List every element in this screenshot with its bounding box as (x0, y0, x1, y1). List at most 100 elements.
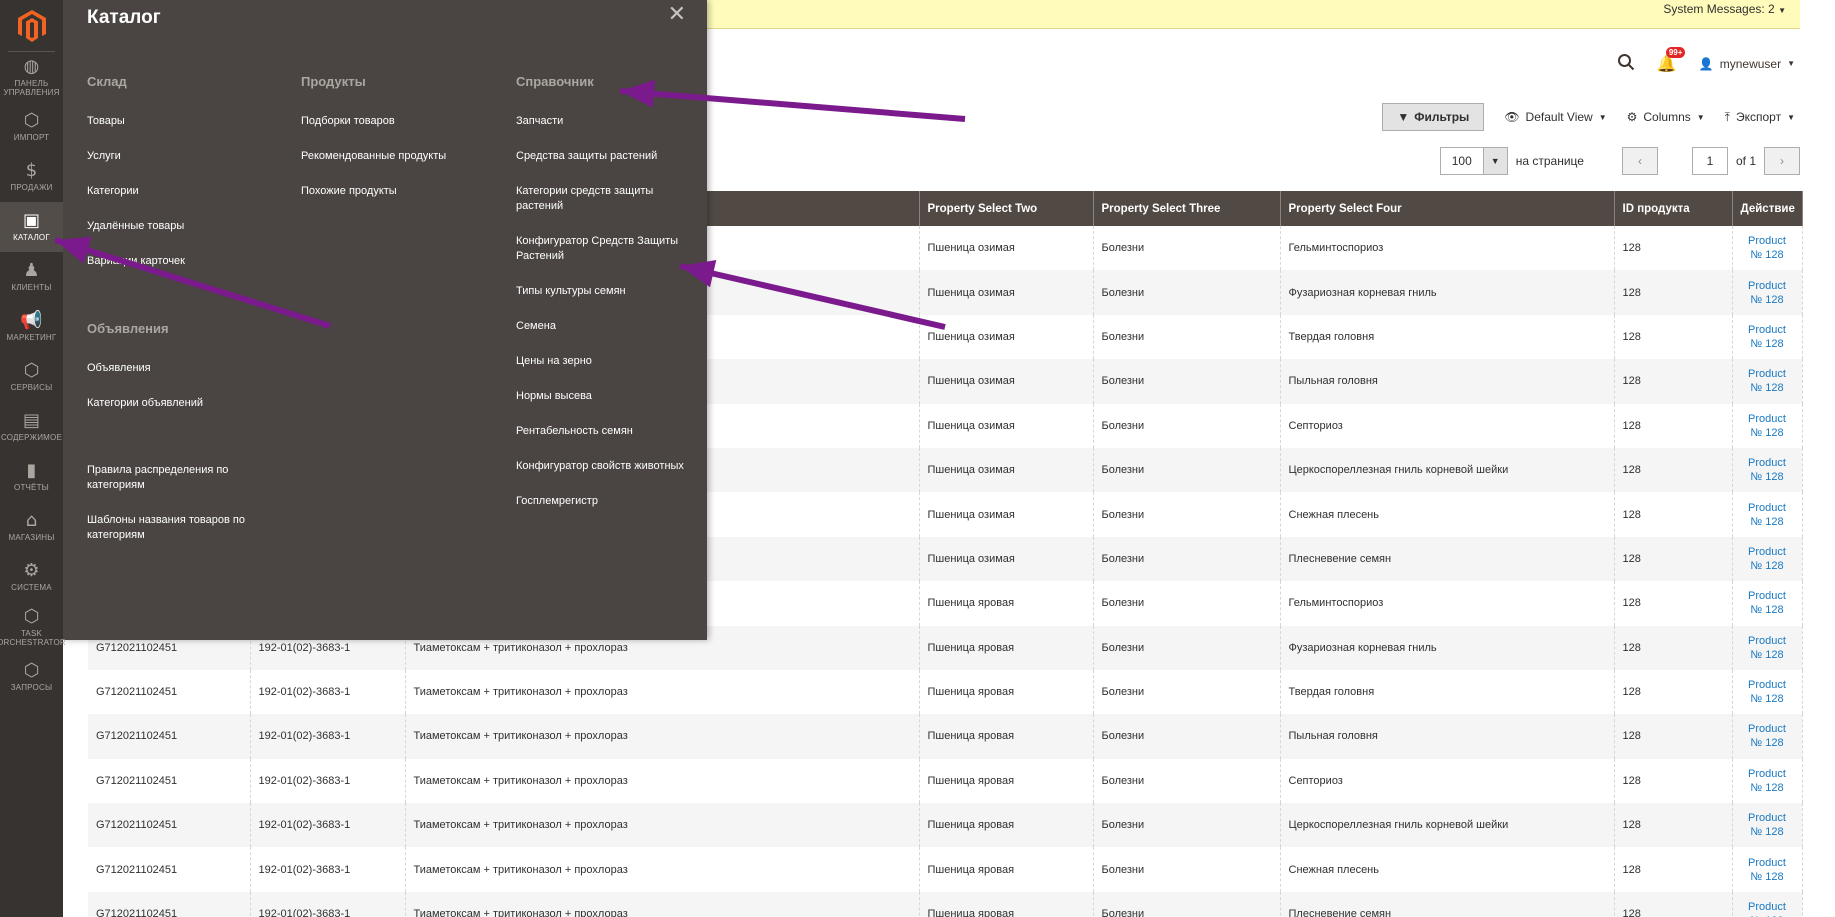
flyout-link[interactable]: Цены на зерно (516, 354, 696, 369)
flyout-link[interactable]: Семена (516, 319, 696, 334)
column-header[interactable]: Property Select Four (1280, 191, 1615, 226)
flyout-link[interactable]: Типы культуры семян (516, 284, 696, 299)
next-page-button[interactable]: › (1764, 147, 1800, 175)
per-page-label: на странице (1515, 154, 1584, 168)
flyout-link[interactable]: Средства защиты растений (516, 149, 696, 164)
flyout-link[interactable]: Шаблоны названия товаров по категориям (87, 513, 287, 543)
flyout-link[interactable]: Категории средств защиты растений (516, 184, 696, 214)
product-link[interactable]: Product№ 128 (1732, 270, 1803, 315)
sidebar-item-icon: ◍ (23, 55, 40, 77)
product-link[interactable]: Product№ 128 (1732, 314, 1803, 360)
product-link[interactable]: Product№ 128 (1732, 669, 1803, 715)
product-link[interactable]: Product№ 128 (1732, 447, 1803, 493)
flyout-link[interactable]: Рекомендованные продукты (301, 149, 501, 164)
product-link[interactable]: Product№ 128 (1732, 536, 1803, 582)
column-header[interactable]: ID продукта (1614, 191, 1733, 226)
filters-button[interactable]: ▼ Фильтры (1382, 103, 1485, 131)
product-link[interactable]: Product№ 128 (1732, 714, 1803, 759)
table-cell: Болезни (1093, 669, 1281, 715)
flyout-link[interactable]: Конфигуратор свойств животных (516, 459, 696, 474)
table-cell: Пшеница яровая (919, 803, 1094, 848)
product-link[interactable]: Product№ 128 (1732, 847, 1803, 892)
export-icon: ⤒ (1724, 109, 1730, 124)
table-cell: 128 (1614, 314, 1733, 360)
per-page-select[interactable]: 100 ▼ (1439, 147, 1508, 175)
table-cell: Пшеница яровая (919, 581, 1094, 626)
notification-count-badge: 99+ (1665, 46, 1686, 58)
page-input[interactable]: 1 (1691, 147, 1728, 175)
table-cell: Тиаметоксам + тритиконазол + прохлораз (405, 758, 920, 804)
product-link[interactable]: Product№ 128 (1732, 891, 1803, 917)
product-link[interactable]: Product№ 128 (1732, 403, 1803, 448)
flyout-link[interactable]: Похожие продукты (301, 184, 501, 199)
flyout-link[interactable]: Объявления (87, 361, 287, 376)
sidebar-item-1[interactable]: ⬡ Импорт (0, 102, 63, 152)
table-cell: Болезни (1093, 803, 1281, 848)
user-menu[interactable]: 👤 mynewuser ▼ (1699, 57, 1795, 71)
sidebar-item-icon: ♟ (23, 260, 40, 281)
export-dropdown[interactable]: ⤒ Экспорт ▼ (1725, 110, 1795, 125)
product-link[interactable]: Product№ 128 (1732, 803, 1803, 848)
product-link[interactable]: Product№ 128 (1732, 226, 1803, 271)
sidebar-item-0[interactable]: ◍ Панель управления (0, 52, 63, 102)
sidebar-item-icon: ⚙ (23, 560, 40, 581)
column-header[interactable]: Property Select Two (919, 191, 1094, 226)
notifications-button[interactable]: 🔔 99+ (1657, 46, 1686, 74)
sidebar-item-10[interactable]: ⚙ Система (0, 552, 63, 602)
flyout-link[interactable]: Конфигуратор Средств Защиты Растений (516, 234, 696, 264)
flyout-link[interactable]: Госплемрегистр (516, 494, 696, 509)
sidebar-item-icon: ▤ (22, 410, 40, 431)
close-icon[interactable]: ✕ (668, 2, 686, 27)
product-link[interactable]: Product№ 128 (1732, 758, 1803, 804)
flyout-link[interactable]: Вариации карточек (87, 254, 287, 269)
sidebar-item-5[interactable]: 📢 Маркетинг (0, 302, 63, 352)
view-dropdown[interactable]: 👁 Default View ▼ (1504, 110, 1606, 124)
sidebar-item-7[interactable]: ▤ Содержимое (0, 402, 63, 452)
columns-dropdown[interactable]: ⚙ Columns ▼ (1627, 110, 1705, 124)
table-cell: Болезни (1093, 847, 1281, 892)
table-cell: 128 (1614, 270, 1733, 315)
table-cell: G712021102451 (88, 803, 251, 848)
table-cell: Септориоз (1280, 403, 1615, 448)
magento-logo-icon[interactable] (8, 0, 55, 52)
flyout-link[interactable]: Товары (87, 114, 287, 129)
flyout-link[interactable]: Правила распределения по категориям (87, 463, 287, 493)
sidebar-item-12[interactable]: ⬡ Запросы (0, 652, 63, 702)
flyout-link[interactable]: Рентабельность семян (516, 424, 696, 439)
table-cell: Болезни (1093, 625, 1281, 670)
search-icon[interactable] (1617, 53, 1635, 74)
flyout-link[interactable]: Категории объявлений (87, 396, 287, 411)
table-cell: 128 (1614, 536, 1733, 582)
sidebar-item-6[interactable]: ⬡ Сервисы (0, 352, 63, 402)
product-link[interactable]: Product№ 128 (1732, 359, 1803, 404)
product-link[interactable]: Product№ 128 (1732, 581, 1803, 626)
flyout-link[interactable]: Нормы высева (516, 389, 696, 404)
system-messages-label[interactable]: System Messages: 2 (1663, 2, 1774, 16)
page-total: of 1 (1735, 154, 1756, 168)
chevron-down-icon: ▼ (1787, 112, 1795, 122)
table-cell: 128 (1614, 492, 1733, 537)
table-cell: Болезни (1093, 447, 1281, 493)
sidebar-item-9[interactable]: ⌂ Магазины (0, 502, 63, 552)
sidebar-item-3[interactable]: ▣ Каталог (0, 202, 63, 252)
flyout-link[interactable]: Категории (87, 184, 287, 199)
product-link[interactable]: Product№ 128 (1732, 492, 1803, 537)
sidebar-item-icon: ⬡ (23, 110, 40, 131)
chevron-down-icon[interactable]: ▼ (1482, 148, 1507, 174)
table-cell: Пшеница яровая (919, 891, 1094, 917)
sidebar-item-8[interactable]: ▮ Отчёты (0, 452, 63, 502)
column-header[interactable]: Действие (1732, 191, 1803, 226)
sidebar-item-2[interactable]: $ Продажи (0, 152, 63, 202)
flyout-link[interactable]: Удалённые товары (87, 219, 287, 234)
flyout-link[interactable]: Услуги (87, 149, 287, 164)
flyout-link[interactable]: Подборки товаров (301, 114, 501, 129)
prev-page-button[interactable]: ‹ (1621, 147, 1658, 175)
table-cell: 192-01(02)-3683-1 (250, 847, 406, 892)
product-link[interactable]: Product№ 128 (1732, 625, 1803, 670)
view-label: Default View (1525, 110, 1593, 124)
sidebar-item-4[interactable]: ♟ Клиенты (0, 252, 63, 302)
sidebar-item-11[interactable]: ⬡ Task Orchestrator (0, 602, 66, 652)
table-cell: 128 (1614, 359, 1733, 404)
column-header[interactable]: Property Select Three (1093, 191, 1281, 226)
flyout-link[interactable]: Запчасти (516, 114, 696, 129)
